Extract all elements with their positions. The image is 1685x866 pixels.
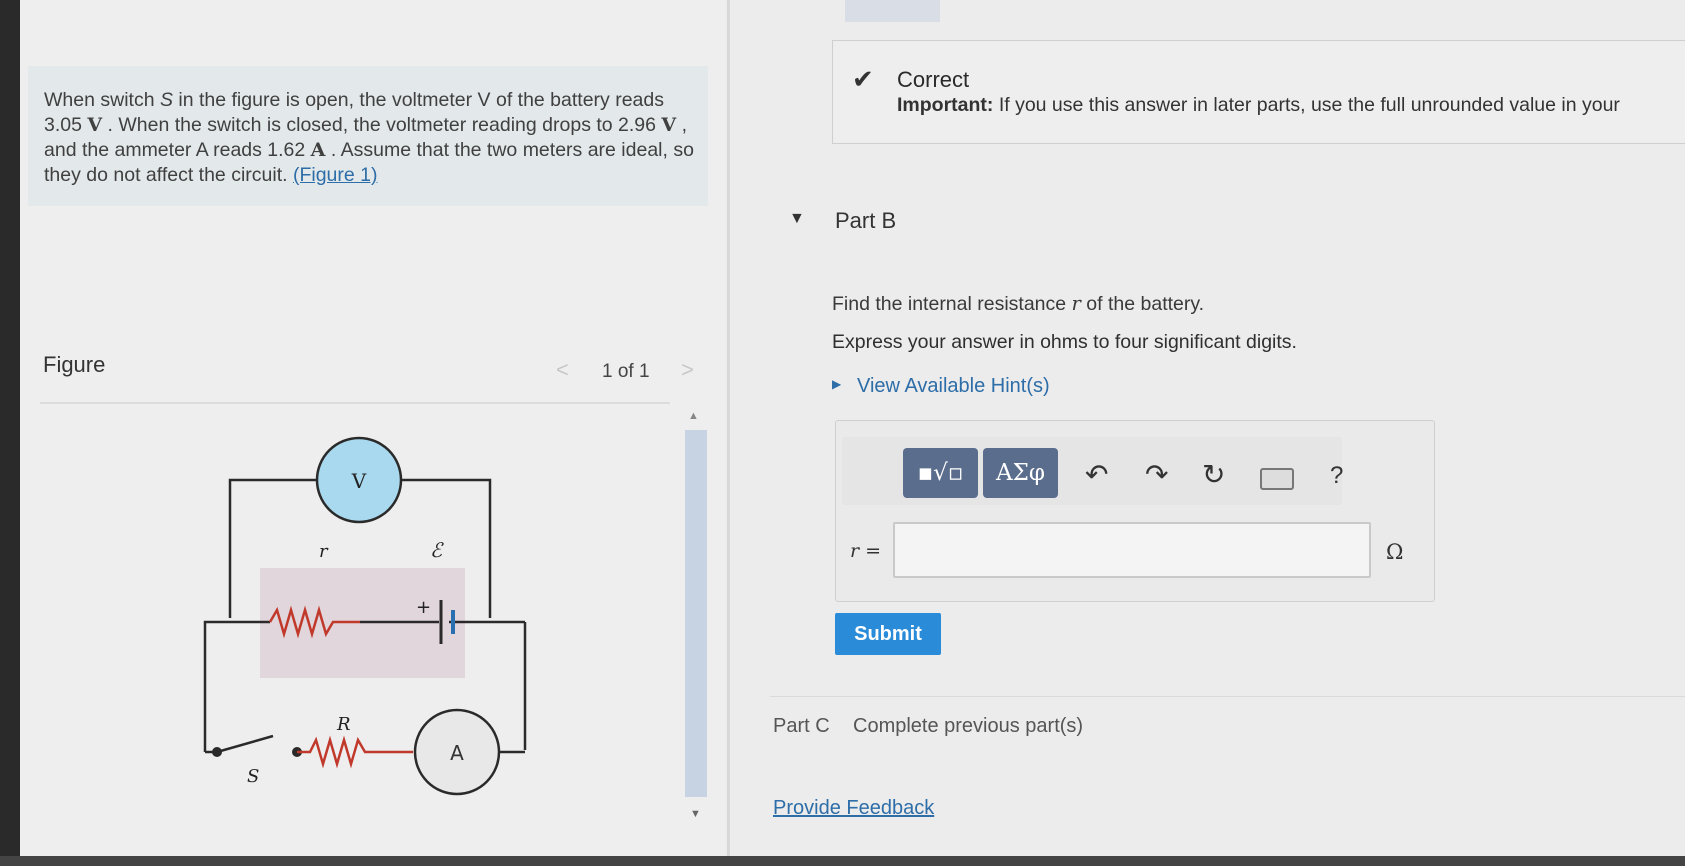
provide-feedback-link[interactable]: Provide Feedback	[773, 797, 934, 820]
caret-right-icon[interactable]: ▶	[832, 377, 841, 391]
feedback-important: Important: If you use this answer in lat…	[897, 94, 1620, 117]
submit-ghost-button[interactable]	[845, 0, 940, 22]
feedback-status: Correct	[897, 67, 970, 92]
taskbar	[0, 856, 1685, 866]
unit-amps: A	[310, 139, 326, 161]
submit-button[interactable]: Submit	[835, 613, 941, 655]
scroll-down-arrow[interactable]: ▼	[690, 808, 701, 820]
check-icon: ✔	[852, 64, 874, 94]
answer-label: r =	[850, 540, 881, 562]
circuit-diagram: V r ℰ + A R S	[203, 436, 527, 796]
question-text: Find the internal resistance	[832, 293, 1072, 315]
figure-label: Figure	[43, 352, 106, 377]
voltmeter-label: V	[351, 469, 367, 493]
part-b-question: Find the internal resistance r of the ba…	[832, 292, 1204, 316]
figure-counter: 1 of 1	[602, 361, 650, 382]
resistor-R	[297, 735, 413, 769]
panel-divider	[727, 0, 730, 866]
important-text: If you use this answer in later parts, u…	[993, 94, 1620, 116]
problem-statement: When switch S in the figure is open, the…	[44, 88, 694, 188]
scroll-up-arrow[interactable]: ▲	[688, 410, 699, 422]
ammeter-label: A	[450, 741, 464, 765]
question-text: of the battery.	[1080, 293, 1205, 315]
part-b-instruction: Express your answer in ohms to four sign…	[832, 331, 1297, 353]
caret-down-icon[interactable]: ▼	[789, 210, 805, 228]
part-c-status: Complete previous part(s)	[853, 715, 1084, 737]
switch-symbol: S	[159, 89, 173, 111]
switch-label: S	[247, 766, 259, 787]
figure-next-button[interactable]: >	[681, 357, 694, 383]
part-b-title[interactable]: Part B	[835, 208, 896, 234]
answer-unit: Ω	[1386, 540, 1404, 564]
unit-volts: V	[661, 114, 677, 136]
figure-scrollbar[interactable]	[685, 430, 707, 797]
keyboard-icon[interactable]	[1260, 468, 1294, 490]
screen-bezel	[0, 0, 20, 866]
answer-symbol: r	[850, 540, 860, 562]
figure-link[interactable]: (Figure 1)	[293, 164, 378, 186]
help-icon[interactable]: ?	[1330, 462, 1343, 490]
unit-volts: V	[87, 114, 103, 136]
answer-input[interactable]	[893, 522, 1371, 578]
redo-icon[interactable]: ↷	[1145, 458, 1168, 491]
problem-text: When switch	[44, 89, 160, 111]
problem-text: . When the switch is closed, the voltmet…	[102, 114, 662, 136]
switch-lever	[216, 734, 274, 754]
reset-icon[interactable]: ↻	[1202, 458, 1225, 491]
answer-equals: =	[859, 540, 882, 562]
part-c-label: Part C	[773, 715, 830, 737]
resistor-R-label: R	[336, 714, 351, 735]
emf-label: ℰ	[430, 538, 444, 562]
battery-plus-label: +	[416, 597, 431, 618]
symbols-button[interactable]: ΑΣφ	[983, 448, 1058, 498]
view-hints-link[interactable]: View Available Hint(s)	[857, 375, 1050, 398]
resistor-r-label: r	[319, 541, 329, 562]
important-label: Important:	[897, 94, 994, 116]
undo-icon[interactable]: ↶	[1085, 458, 1108, 491]
figure-prev-button[interactable]: <	[556, 357, 569, 383]
question-symbol: r	[1071, 292, 1081, 315]
figure-divider	[40, 402, 670, 404]
templates-button[interactable]: ▪√▫	[903, 448, 978, 498]
part-divider	[770, 696, 1685, 697]
